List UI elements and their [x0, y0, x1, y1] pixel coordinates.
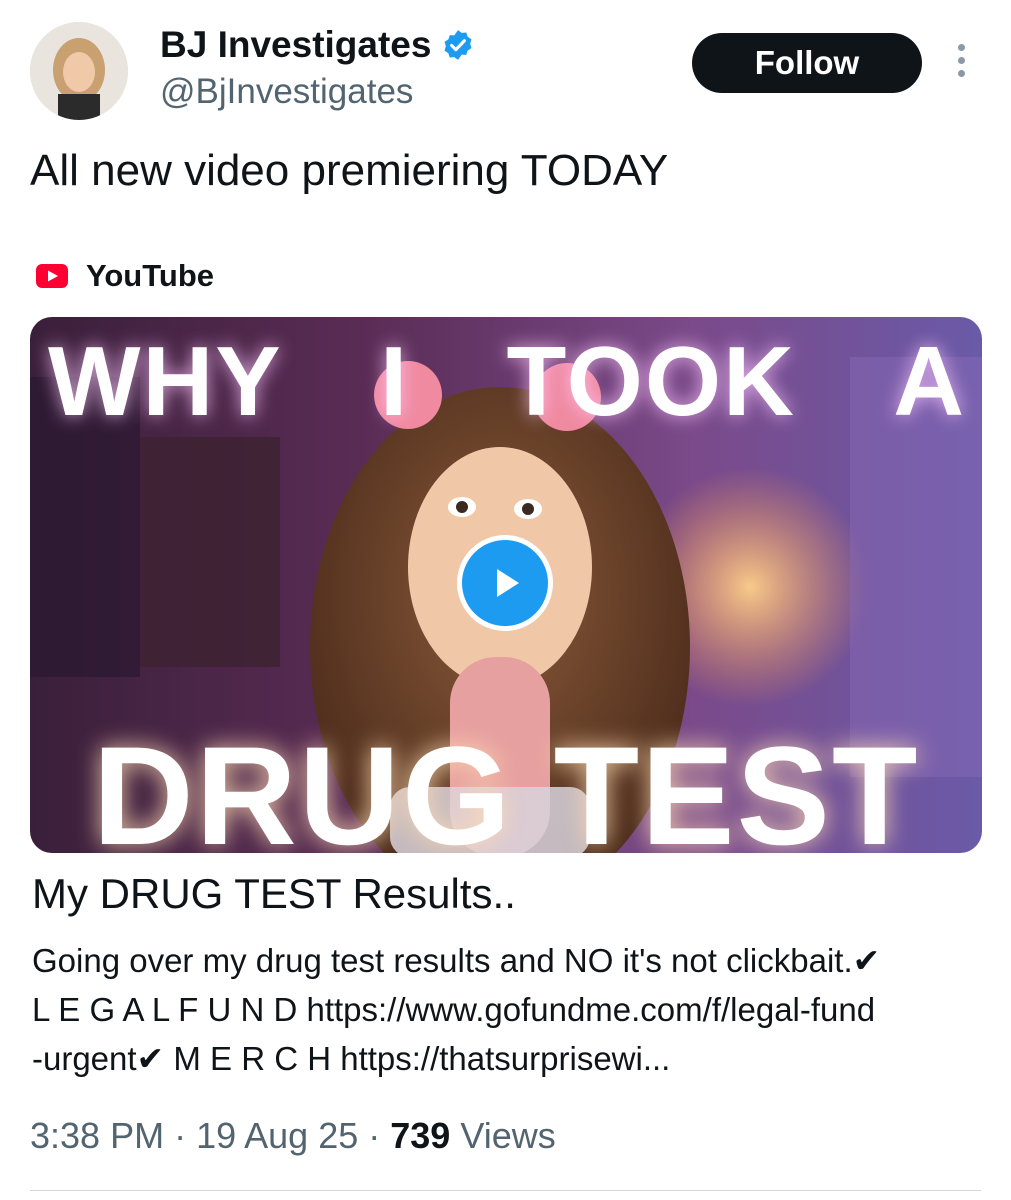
author-name-row[interactable]: BJ Investigates [160, 24, 475, 66]
tweet-meta: 3:38 PM · 19 Aug 25 · 739 Views [30, 1115, 556, 1157]
card-description-line: L E G A L F U N D https://www.gofundme.c… [32, 991, 876, 1028]
author-handle[interactable]: @BjInvestigates [160, 72, 413, 112]
divider [30, 1190, 981, 1191]
avatar[interactable] [30, 22, 128, 120]
card-title[interactable]: My DRUG TEST Results.. [32, 870, 516, 918]
tweet-time[interactable]: 3:38 PM [30, 1115, 164, 1156]
tweet-text: All new video premiering TODAY [30, 146, 669, 195]
more-icon[interactable] [950, 44, 972, 84]
thumbnail-headline-bottom: DRUG TEST [92, 717, 920, 853]
video-thumbnail[interactable]: WHY I TOOK A DRUG TEST [30, 317, 982, 853]
views-count: 739 [390, 1115, 451, 1156]
card-description-line: -urgent✔ M E R C H https://thatsurprisew… [32, 1040, 671, 1077]
display-name[interactable]: BJ Investigates [160, 24, 431, 66]
verified-badge-icon [441, 28, 475, 62]
thumbnail-word: A [893, 326, 966, 436]
play-icon [497, 569, 519, 597]
tweet-date[interactable]: 19 Aug 25 [196, 1115, 358, 1156]
thumbnail-headline-top: WHY I TOOK A [30, 325, 982, 438]
card-description: Going over my drug test results and NO i… [32, 936, 972, 1083]
source-label: YouTube [86, 258, 214, 293]
youtube-icon [36, 264, 68, 288]
thumbnail-word: TOOK [506, 326, 796, 436]
card-source[interactable]: YouTube [36, 258, 214, 294]
meta-separator: · [358, 1115, 391, 1156]
meta-separator: · [164, 1115, 197, 1156]
thumbnail-word: WHY [48, 326, 283, 436]
play-button[interactable] [457, 535, 553, 631]
views-label: Views [460, 1115, 556, 1156]
card-description-line: Going over my drug test results and NO i… [32, 942, 881, 979]
follow-button[interactable]: Follow [692, 33, 922, 93]
thumbnail-word: I [379, 326, 410, 436]
